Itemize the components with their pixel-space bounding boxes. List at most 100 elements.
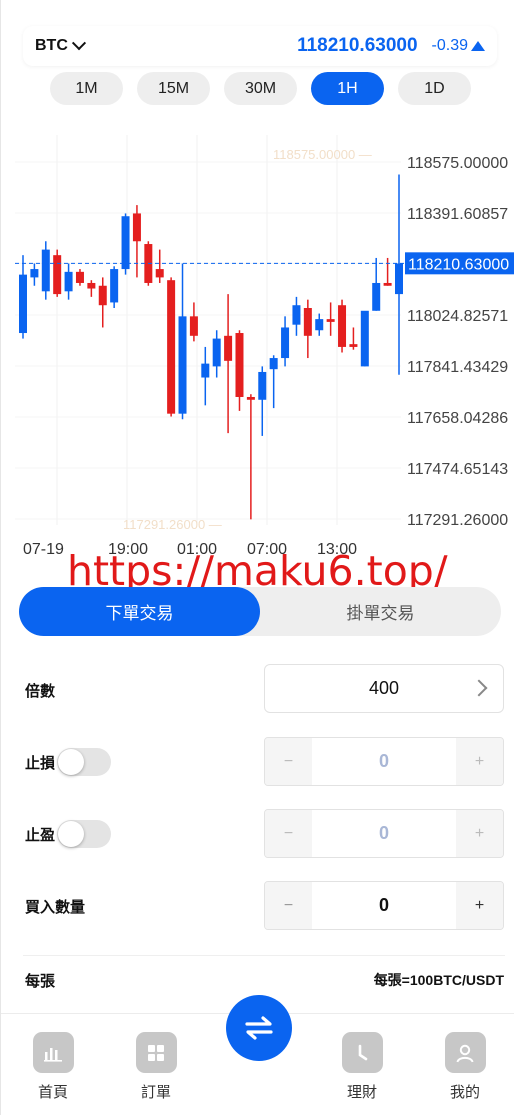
nav-label-finance: 理財: [346, 1084, 377, 1101]
candle-body: [75, 271, 84, 283]
interval-tab-1d[interactable]: 1D: [398, 72, 471, 105]
toggle-knob: [58, 821, 84, 847]
price-area: 118210.63000 -0.39: [297, 35, 485, 57]
price-header: BTC 118210.63000 -0.39: [23, 26, 497, 66]
candle-body: [292, 305, 301, 325]
candle-body: [132, 213, 141, 242]
candle-body: [315, 319, 324, 331]
candle-body: [87, 282, 96, 289]
candle-body: [110, 269, 119, 303]
min-price-marker: 117291.26000 —: [123, 517, 222, 532]
nav-item-orders[interactable]: 訂單: [126, 1032, 186, 1102]
x-tick-label: 07-19: [23, 541, 64, 558]
candle-body: [246, 396, 255, 400]
app-frame: BTC 118210.63000 -0.39 1M 15M 30M 1H 1D …: [0, 0, 514, 1115]
y-tick-label: 118391.60857: [407, 206, 508, 223]
nav-item-finance[interactable]: 理財: [332, 1032, 392, 1102]
candle-body: [30, 269, 39, 278]
nav-item-home[interactable]: 首頁: [23, 1032, 83, 1102]
bar-chart-icon: [32, 1032, 74, 1073]
interval-tab-15m[interactable]: 15M: [137, 72, 210, 105]
candle-body: [326, 319, 335, 322]
symbol-label: BTC: [35, 37, 68, 54]
quantity-value[interactable]: 0: [312, 882, 456, 929]
max-price-marker: 118575.00000 —: [273, 147, 372, 162]
candle-body: [121, 216, 130, 270]
candlestick-chart[interactable]: 118575.00000 — 117291.26000 — 118575.00000…: [1, 115, 514, 575]
candle-body: [349, 344, 358, 347]
last-price: 118210.63000: [297, 35, 418, 56]
y-tick-label: 118210.63000: [408, 256, 509, 273]
candle-body: [395, 263, 403, 295]
y-tick-label: 117291.26000: [407, 512, 508, 529]
leverage-selector[interactable]: 400: [264, 664, 504, 713]
candle-body: [269, 358, 278, 370]
order-type-tabs: 下單交易 掛單交易: [19, 587, 501, 636]
per-unit-value: 每張=100BTC/USDT: [373, 972, 504, 988]
candle-body: [19, 274, 27, 334]
toggle-knob: [58, 749, 84, 775]
interval-tab-1h[interactable]: 1H: [311, 72, 384, 105]
price-change: -0.39: [432, 37, 485, 55]
grid-icon: [135, 1032, 177, 1073]
candle-body: [98, 285, 107, 306]
candle-body: [281, 327, 290, 359]
leverage-value: 400: [368, 678, 400, 698]
nav-label-home: 首頁: [37, 1084, 68, 1101]
stop-loss-increment-button[interactable]: +: [456, 738, 503, 785]
candle-body: [383, 282, 392, 286]
interval-tabs: 1M 15M 30M 1H 1D: [50, 72, 471, 105]
price-change-value: -0.39: [431, 37, 468, 54]
stop-loss-stepper[interactable]: − 0 +: [264, 737, 504, 786]
nav-label-orders: 訂單: [140, 1084, 171, 1101]
candle-body: [212, 338, 221, 367]
y-tick-label: 117658.04286: [407, 410, 508, 427]
swap-arrows-icon: [245, 1016, 273, 1040]
stop-loss-decrement-button[interactable]: −: [265, 738, 312, 785]
quantity-label: 買入數量: [25, 899, 86, 916]
bottom-nav: 首頁 訂單 理財 我的: [1, 995, 514, 1115]
quantity-stepper[interactable]: − 0 +: [264, 881, 504, 930]
take-profit-increment-button[interactable]: +: [456, 810, 503, 857]
candle-body: [338, 305, 347, 347]
stop-loss-value[interactable]: 0: [312, 738, 456, 785]
candle-body: [303, 307, 312, 336]
candle-body: [155, 269, 164, 278]
tab-market-order[interactable]: 下單交易: [19, 587, 260, 636]
quantity-increment-button[interactable]: +: [456, 882, 503, 929]
candle-body: [258, 371, 267, 400]
candle-body: [167, 280, 176, 414]
symbol-selector[interactable]: BTC: [35, 36, 86, 55]
stop-loss-label: 止損: [25, 755, 56, 772]
per-unit-label: 每張: [25, 973, 56, 990]
candle-body: [189, 316, 198, 336]
candle-body: [64, 271, 73, 292]
chart-canvas: 118575.00000 — 117291.26000 — 118575.00000…: [15, 135, 514, 558]
nav-item-mine[interactable]: 我的: [435, 1032, 495, 1102]
y-tick-label: 117841.43429: [407, 359, 508, 376]
quantity-decrement-button[interactable]: −: [265, 882, 312, 929]
candle-body: [235, 333, 244, 397]
interval-tab-1m[interactable]: 1M: [50, 72, 123, 105]
take-profit-stepper[interactable]: − 0 +: [264, 809, 504, 858]
y-tick-label: 118575.00000: [407, 155, 508, 172]
candle-body: [178, 316, 187, 414]
candle-body: [41, 249, 50, 292]
clock-icon: [341, 1032, 383, 1073]
swap-button[interactable]: [226, 995, 292, 1061]
triangle-up-icon: [471, 41, 485, 51]
interval-tab-30m[interactable]: 30M: [224, 72, 297, 105]
take-profit-value[interactable]: 0: [312, 810, 456, 857]
tab-limit-order[interactable]: 掛單交易: [260, 587, 501, 636]
y-tick-label: 117474.65143: [407, 461, 508, 478]
nav-label-mine: 我的: [449, 1084, 480, 1101]
take-profit-decrement-button[interactable]: −: [265, 810, 312, 857]
candle-body: [201, 363, 210, 378]
take-profit-toggle[interactable]: [57, 820, 111, 848]
divider: [23, 955, 505, 956]
candle-body: [360, 310, 369, 367]
candle-body: [53, 255, 62, 295]
user-icon: [444, 1032, 486, 1073]
stop-loss-toggle[interactable]: [57, 748, 111, 776]
leverage-label: 倍數: [25, 683, 56, 700]
